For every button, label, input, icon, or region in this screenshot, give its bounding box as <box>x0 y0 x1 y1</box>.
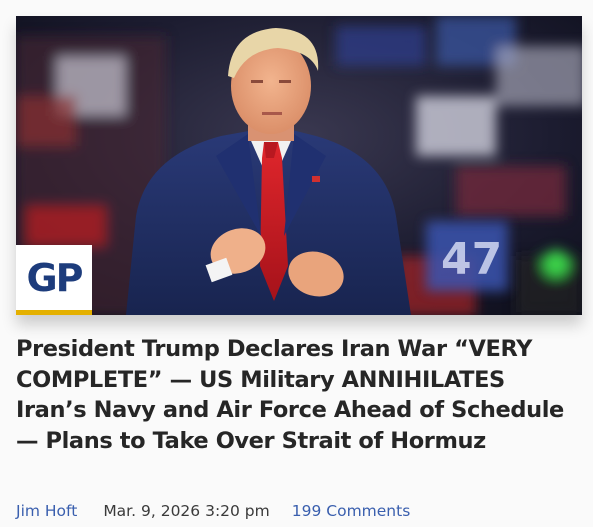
comments-link[interactable]: 199 Comments <box>292 502 411 520</box>
rally-photo: 47 <box>16 16 582 315</box>
article-headline[interactable]: President Trump Declares Iran War “VERY … <box>16 334 576 456</box>
article-meta: Jim Hoft Mar. 9, 2026 3:20 pm 199 Commen… <box>16 500 586 522</box>
gp-logo-text: GP <box>26 255 83 300</box>
article-featured-image[interactable]: 47 GP <box>16 16 582 315</box>
gp-logo[interactable]: GP <box>16 245 92 315</box>
sign-47-text: 47 <box>441 234 502 285</box>
author-link[interactable]: Jim Hoft <box>16 502 77 520</box>
article-card: 47 GP President Trump Declares Iran War … <box>0 0 593 527</box>
publish-date: Mar. 9, 2026 3:20 pm <box>103 502 270 520</box>
